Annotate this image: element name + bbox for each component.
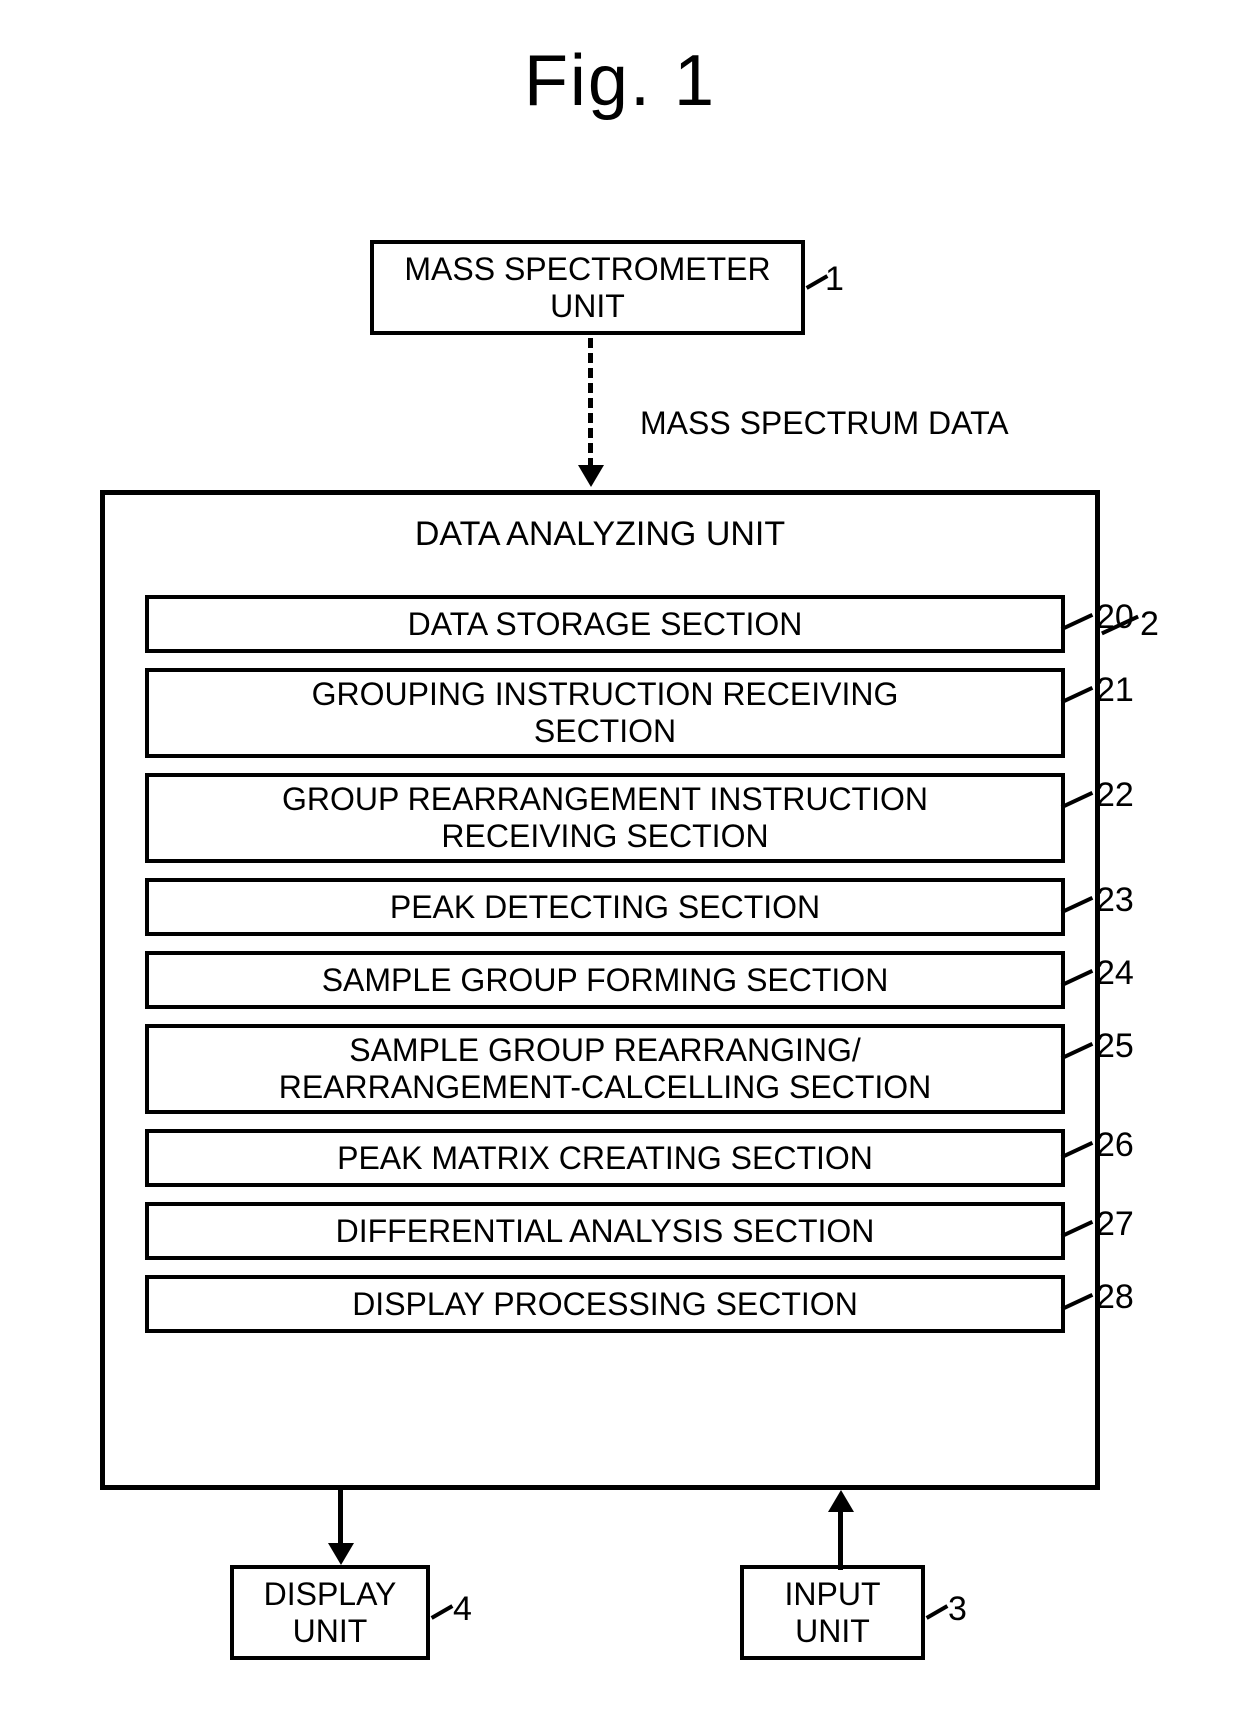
ref-label-25: 25 <box>1096 1027 1134 1066</box>
ref-label-1: 1 <box>825 260 844 299</box>
section-label: SAMPLE GROUP FORMING SECTION <box>322 962 889 999</box>
section-label: DATA STORAGE SECTION <box>408 606 803 643</box>
section-label: GROUPING INSTRUCTION RECEIVING SECTION <box>312 676 899 750</box>
display-unit-box: DISPLAY UNIT <box>230 1565 430 1660</box>
data-analyzing-unit-box: DATA ANALYZING UNIT DATA STORAGE SECTION… <box>100 490 1100 1490</box>
dashed-arrow-line <box>588 338 593 468</box>
section-label: GROUP REARRANGEMENT INSTRUCTION RECEIVIN… <box>282 781 928 855</box>
input-unit-box: INPUT UNIT <box>740 1565 925 1660</box>
ref-label-23: 23 <box>1096 881 1134 920</box>
section-display-processing: DISPLAY PROCESSING SECTION <box>145 1275 1065 1333</box>
section-peak-matrix: PEAK MATRIX CREATING SECTION <box>145 1129 1065 1187</box>
display-unit-label: DISPLAY UNIT <box>264 1576 397 1650</box>
section-data-storage: DATA STORAGE SECTION <box>145 595 1065 653</box>
leader-line-3 <box>926 1604 949 1619</box>
section-label: DISPLAY PROCESSING SECTION <box>352 1286 858 1323</box>
ref-label-2: 2 <box>1140 605 1159 644</box>
section-label: DIFFERENTIAL ANALYSIS SECTION <box>336 1213 875 1250</box>
ref-label-24: 24 <box>1096 954 1134 993</box>
section-label: SAMPLE GROUP REARRANGING/ REARRANGEMENT-… <box>279 1032 932 1106</box>
dashed-arrow-head-icon <box>578 465 604 487</box>
mass-spectrometer-unit-box: MASS SPECTROMETER UNIT <box>370 240 805 335</box>
section-group-rearrangement: GROUP REARRANGEMENT INSTRUCTION RECEIVIN… <box>145 773 1065 863</box>
section-label: PEAK DETECTING SECTION <box>390 889 820 926</box>
data-analyzing-unit-title: DATA ANALYZING UNIT <box>105 515 1095 554</box>
arrow-up-head-icon <box>828 1490 854 1512</box>
arrow-down-head-icon <box>328 1543 354 1565</box>
ref-label-20: 20 <box>1096 598 1134 637</box>
mass-spectrum-data-label: MASS SPECTRUM DATA <box>640 405 1009 442</box>
arrow-from-input-line <box>838 1510 843 1570</box>
leader-line-4 <box>431 1604 454 1619</box>
ref-label-22: 22 <box>1096 776 1134 815</box>
section-peak-detecting: PEAK DETECTING SECTION <box>145 878 1065 936</box>
section-label: PEAK MATRIX CREATING SECTION <box>337 1140 873 1177</box>
section-differential-analysis: DIFFERENTIAL ANALYSIS SECTION <box>145 1202 1065 1260</box>
ref-label-21: 21 <box>1096 671 1134 710</box>
figure-title: Fig. 1 <box>0 40 1240 122</box>
ref-label-28: 28 <box>1096 1278 1134 1317</box>
section-grouping-instruction: GROUPING INSTRUCTION RECEIVING SECTION <box>145 668 1065 758</box>
ref-label-4: 4 <box>453 1590 472 1629</box>
input-unit-label: INPUT UNIT <box>785 1576 881 1650</box>
mass-spectrometer-unit-label: MASS SPECTROMETER UNIT <box>404 251 770 325</box>
section-sample-group-rearranging: SAMPLE GROUP REARRANGING/ REARRANGEMENT-… <box>145 1024 1065 1114</box>
section-sample-group-forming: SAMPLE GROUP FORMING SECTION <box>145 951 1065 1009</box>
ref-label-26: 26 <box>1096 1126 1134 1165</box>
arrow-to-display-line <box>338 1490 343 1545</box>
ref-label-3: 3 <box>948 1590 967 1629</box>
ref-label-27: 27 <box>1096 1205 1134 1244</box>
